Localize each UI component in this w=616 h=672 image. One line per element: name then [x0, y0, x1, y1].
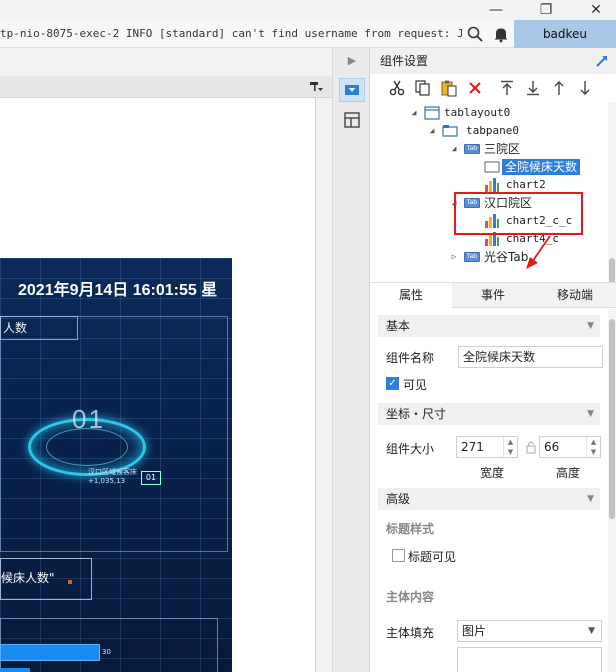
cut-icon[interactable]	[388, 79, 406, 97]
minimize-button[interactable]: —	[476, 0, 516, 20]
expand-arrow-icon[interactable]: ◢	[410, 104, 418, 122]
log-message: tp-nio-8075-exec-2 INFO [standard] can't…	[0, 27, 462, 40]
dashboard-marker	[68, 580, 72, 584]
component-name-label: 组件名称	[386, 351, 435, 365]
properties-scrollbar[interactable]	[608, 309, 616, 672]
app-window: — ❐ ✕ tp-nio-8075-exec-2 INFO [standard]…	[0, 0, 616, 672]
paint-format-icon[interactable]	[308, 79, 324, 95]
component-size-label: 组件大小	[386, 442, 435, 456]
dashboard-label: 人数	[0, 316, 78, 340]
layout-icon	[424, 106, 440, 120]
visible-checkbox[interactable]: ✓	[386, 377, 399, 390]
property-tabs: 属性 事件 移动端	[370, 282, 616, 308]
width-caption: 宽度	[480, 466, 505, 480]
move-top-icon[interactable]	[498, 79, 516, 97]
move-up-icon[interactable]	[550, 79, 568, 97]
move-down-icon[interactable]	[576, 79, 594, 97]
dashboard-bar	[0, 668, 30, 672]
component-settings-icon[interactable]	[339, 78, 365, 102]
panel-title: 组件设置	[380, 54, 429, 68]
restore-button[interactable]: ❐	[526, 0, 566, 20]
chevron-down-icon: ▼	[587, 409, 594, 419]
tab-events[interactable]: 事件	[452, 283, 534, 308]
component-name-input[interactable]: 全院候床天数	[458, 346, 603, 368]
body-fill-select[interactable]: 图片 ▼	[457, 620, 602, 642]
paste-icon[interactable]	[440, 79, 458, 97]
properties-pane: 基本 ▼ 组件名称 全院候床天数 ✓ 可见 坐标・尺寸 ▼ 组件大小 271 ▲…	[370, 309, 606, 672]
expand-arrow-icon[interactable]: ◢	[450, 140, 458, 158]
tab-attributes[interactable]: 属性	[370, 283, 452, 308]
layout-icon[interactable]	[339, 108, 365, 132]
collapse-arrow-icon[interactable]: ▶	[345, 54, 359, 68]
collapsed-arrow-icon[interactable]: ▷	[450, 248, 458, 266]
label-widget-icon	[484, 160, 500, 174]
dashboard-caption: 汉口区域候客床	[88, 468, 137, 476]
dashboard-preview[interactable]: 2021年9月14日 16:01:55 星 人数 01 汉口区域候客床 +1,0…	[0, 258, 232, 672]
title-visible-checkbox[interactable]	[392, 549, 405, 562]
tree-actions	[370, 74, 616, 102]
tree-item-label: 三院区	[484, 142, 521, 156]
section-advanced[interactable]: 高级 ▼	[378, 488, 600, 510]
chevron-down-icon: ▼	[588, 626, 595, 636]
height-stepper[interactable]: ▲ ▼	[586, 437, 600, 457]
tree-item-label: tabpane0	[466, 124, 519, 137]
bell-icon[interactable]	[492, 25, 510, 43]
delete-icon[interactable]	[466, 79, 484, 97]
panel-header: 组件设置	[370, 48, 616, 74]
component-settings-panel: 组件设置 ◢ tablayout0 ◢ tabpane0 ◢ Tab 三院区 全…	[370, 48, 616, 672]
section-title: 高级	[386, 492, 411, 506]
tab-mobile[interactable]: 移动端	[534, 283, 616, 308]
dashboard-datetime: 2021年9月14日 16:01:55 星	[18, 282, 218, 299]
dashboard-caption-value: +1,035,13	[88, 477, 126, 485]
close-window-button[interactable]: ✕	[576, 0, 616, 20]
width-value: 271	[461, 440, 484, 454]
tree-scrollbar[interactable]	[608, 102, 616, 306]
dashboard-big-number: 01	[72, 404, 105, 434]
body-fill-value: 图片	[462, 624, 487, 638]
side-toolbar: ▶	[332, 48, 370, 672]
section-position-size[interactable]: 坐标・尺寸 ▼	[378, 403, 600, 425]
properties-scroll-thumb[interactable]	[609, 319, 615, 519]
chevron-down-icon: ▼	[587, 321, 594, 331]
copy-icon[interactable]	[414, 79, 432, 97]
title-visible-label: 标题可见	[408, 550, 457, 564]
tab-icon: Tab	[464, 144, 480, 154]
dashboard-tag: 01	[141, 471, 161, 485]
expand-arrow-icon[interactable]: ◢	[428, 122, 436, 140]
title-style-heading: 标题样式	[386, 522, 435, 536]
section-title: 坐标・尺寸	[386, 407, 447, 421]
tree-item-label: tablayout0	[444, 106, 511, 119]
tabpane-icon	[442, 124, 458, 138]
title-bar: — ❐ ✕	[0, 0, 616, 20]
body-fill-label: 主体填充	[386, 626, 435, 640]
dashboard-bar	[0, 644, 100, 661]
lock-ratio-icon[interactable]	[526, 440, 536, 457]
canvas-toolbar	[0, 76, 332, 98]
height-value: 66	[544, 440, 560, 454]
width-stepper[interactable]: ▲ ▼	[503, 437, 517, 457]
height-input[interactable]: 66 ▲ ▼	[539, 436, 601, 458]
search-icon[interactable]	[466, 25, 484, 43]
visible-label: 可见	[403, 378, 428, 392]
dashboard-bar-value: 30	[102, 648, 111, 656]
tree-item-label-selected: 全院候床天数	[502, 159, 581, 175]
user-name[interactable]: badkeu	[514, 20, 616, 48]
section-title: 基本	[386, 319, 411, 333]
move-bottom-icon[interactable]	[524, 79, 542, 97]
annotation-arrow-icon	[526, 235, 551, 269]
height-caption: 高度	[556, 466, 581, 480]
pin-icon[interactable]	[594, 53, 610, 69]
image-picker-box[interactable]	[457, 647, 602, 672]
chart-icon	[484, 177, 500, 193]
log-bar: tp-nio-8075-exec-2 INFO [standard] can't…	[0, 20, 514, 48]
tab-icon: Tab	[464, 252, 480, 262]
body-content-heading: 主体内容	[386, 590, 435, 604]
width-input[interactable]: 271 ▲ ▼	[456, 436, 518, 458]
dashboard-label: 候床人数"	[0, 558, 92, 600]
component-tree: ◢ tablayout0 ◢ tabpane0 ◢ Tab 三院区 全院候床天数…	[370, 102, 608, 282]
chevron-down-icon: ▼	[587, 494, 594, 504]
section-basic[interactable]: 基本 ▼	[378, 315, 600, 337]
selection-highlight-box	[454, 192, 583, 235]
